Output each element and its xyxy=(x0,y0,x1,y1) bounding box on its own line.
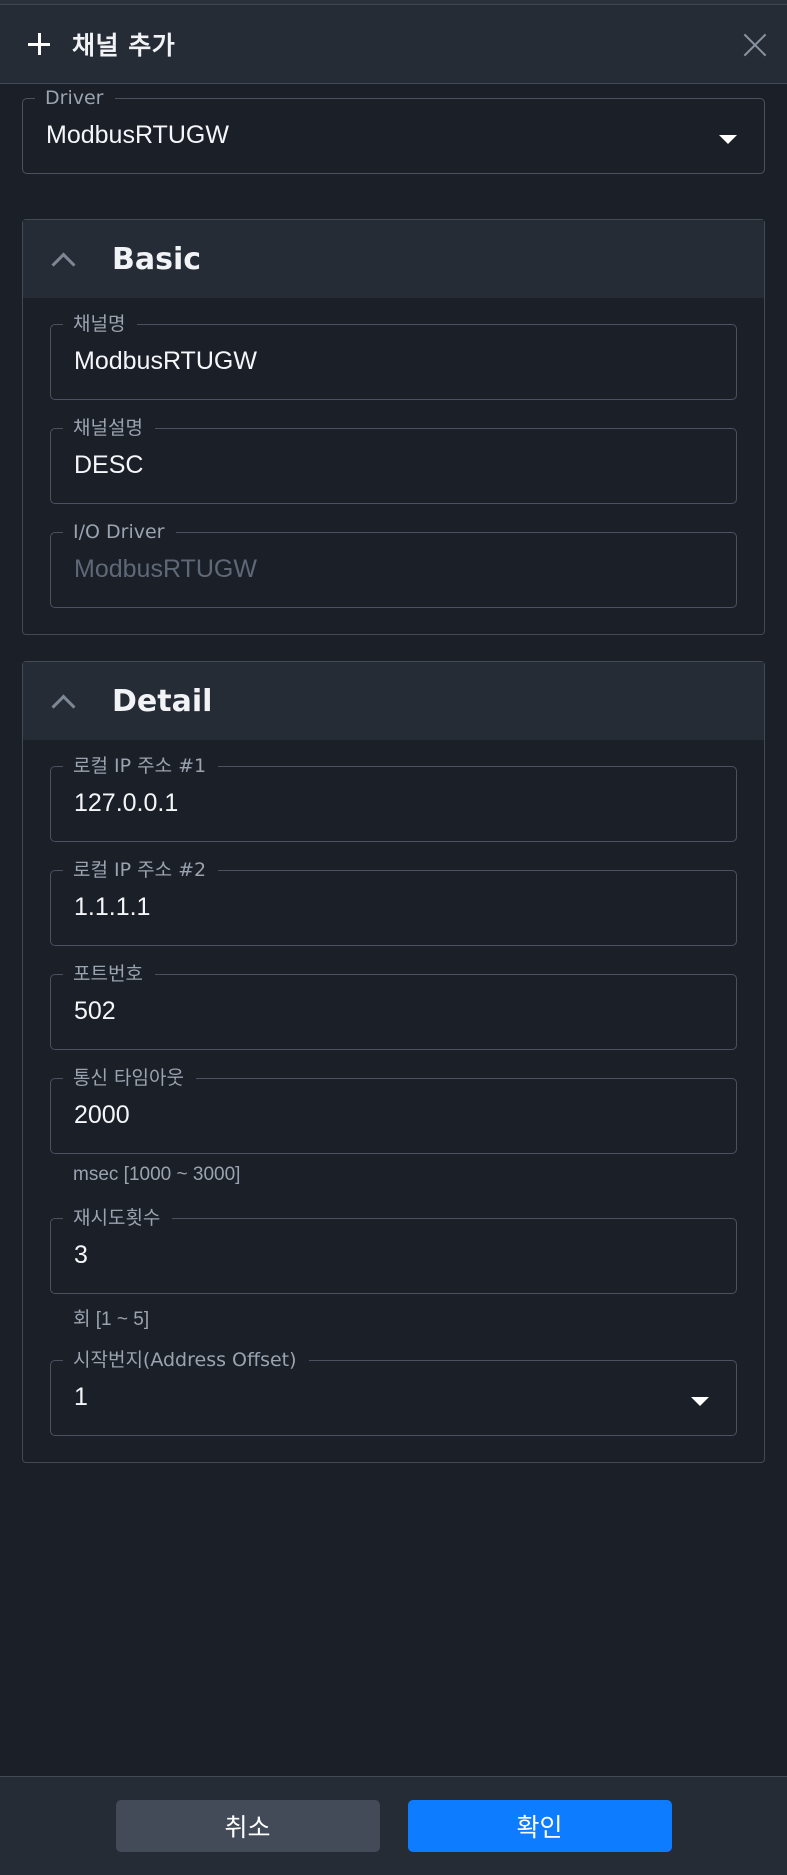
confirm-button[interactable]: 확인 xyxy=(407,1800,672,1852)
close-icon[interactable] xyxy=(743,33,767,57)
timeout-help-text: msec [1000 ~ 3000] xyxy=(73,1164,241,1185)
driver-value: ModbusRTUGW xyxy=(46,121,229,149)
basic-section: Basic 채널명 ModbusRTUGW 채널설명 DESC I/O Driv… xyxy=(22,219,765,635)
local-ip2-field[interactable]: 로컬 IP 주소 #2 1.1.1.1 xyxy=(50,858,737,946)
local-ip2-label: 로컬 IP 주소 #2 xyxy=(63,858,219,882)
driver-select[interactable]: Driver ModbusRTUGW xyxy=(22,86,765,174)
local-ip1-value: 127.0.0.1 xyxy=(74,789,179,817)
plus-icon xyxy=(28,33,50,55)
retry-field[interactable]: 재시도횟수 3 xyxy=(50,1206,737,1294)
channel-desc-field[interactable]: 채널설명 DESC xyxy=(50,416,737,504)
channel-name-field[interactable]: 채널명 ModbusRTUGW xyxy=(50,312,737,400)
local-ip1-label: 로컬 IP 주소 #1 xyxy=(63,754,219,778)
local-ip1-field[interactable]: 로컬 IP 주소 #1 127.0.0.1 xyxy=(50,754,737,842)
dialog-title: 채널 추가 xyxy=(72,31,176,60)
port-label: 포트번호 xyxy=(63,962,155,986)
detail-section-body: 로컬 IP 주소 #1 127.0.0.1 로컬 IP 주소 #2 1.1.1.… xyxy=(23,740,764,1462)
chevron-up-icon[interactable] xyxy=(51,251,76,277)
address-offset-label: 시작번지(Address Offset) xyxy=(63,1348,309,1372)
retry-label: 재시도횟수 xyxy=(63,1206,173,1230)
retry-value: 3 xyxy=(74,1241,88,1269)
basic-section-header[interactable]: Basic xyxy=(23,220,764,298)
detail-section-title: Detail xyxy=(112,683,213,719)
local-ip2-value: 1.1.1.1 xyxy=(74,893,151,921)
timeout-value: 2000 xyxy=(74,1101,130,1129)
driver-section: Driver ModbusRTUGW xyxy=(0,86,787,174)
io-driver-field: I/O Driver ModbusRTUGW xyxy=(50,520,737,608)
channel-desc-value: DESC xyxy=(74,451,144,479)
retry-help-text: 회 [1 ~ 5] xyxy=(73,1309,150,1330)
detail-section: Detail 로컬 IP 주소 #1 127.0.0.1 로컬 IP 주소 #2… xyxy=(22,661,765,1463)
timeout-label: 통신 타임아웃 xyxy=(63,1066,196,1090)
timeout-field[interactable]: 통신 타임아웃 2000 xyxy=(50,1066,737,1154)
io-driver-label: I/O Driver xyxy=(63,520,177,544)
basic-section-title: Basic xyxy=(112,241,202,277)
address-offset-select[interactable]: 시작번지(Address Offset) 1 xyxy=(50,1348,737,1436)
dialog-footer: 취소 확인 xyxy=(0,1776,787,1875)
address-offset-value: 1 xyxy=(74,1383,88,1411)
caret-down-icon[interactable] xyxy=(719,135,737,144)
basic-section-body: 채널명 ModbusRTUGW 채널설명 DESC I/O Driver Mod… xyxy=(23,298,764,634)
caret-down-icon[interactable] xyxy=(691,1397,709,1406)
detail-section-header[interactable]: Detail xyxy=(23,662,764,740)
chevron-up-icon[interactable] xyxy=(51,693,76,719)
channel-desc-label: 채널설명 xyxy=(63,416,155,440)
port-field[interactable]: 포트번호 502 xyxy=(50,962,737,1050)
driver-label: Driver xyxy=(35,86,116,110)
channel-name-value: ModbusRTUGW xyxy=(74,347,257,375)
io-driver-value: ModbusRTUGW xyxy=(74,555,257,583)
cancel-button[interactable]: 취소 xyxy=(115,1800,380,1852)
port-value: 502 xyxy=(74,997,116,1025)
dialog-header: 채널 추가 xyxy=(0,5,787,84)
channel-name-label: 채널명 xyxy=(63,312,138,336)
